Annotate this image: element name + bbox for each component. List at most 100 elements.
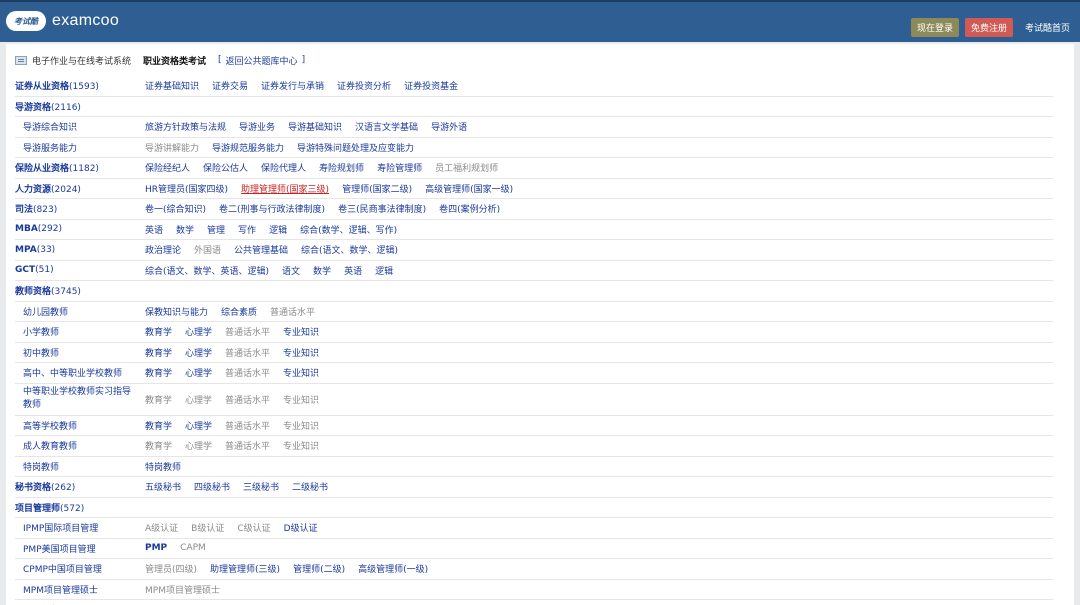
- subcategory-label[interactable]: MPM项目管理硕士: [15, 583, 145, 596]
- exam-subject-link[interactable]: 心理学: [185, 325, 212, 338]
- exam-subject-link[interactable]: C级认证: [237, 521, 270, 534]
- exam-subject-link[interactable]: D级认证: [284, 521, 318, 534]
- subcategory-label[interactable]: 中等职业学校教师实习指导教师: [15, 386, 145, 412]
- exam-subject-link[interactable]: 专业知识: [283, 325, 319, 338]
- exam-subject-link[interactable]: MPM项目管理硕士: [145, 583, 220, 596]
- exam-subject-link[interactable]: 综合素质: [221, 305, 257, 318]
- category-label[interactable]: MPA(33): [15, 245, 145, 255]
- subcategory-label[interactable]: 特岗教师: [15, 460, 145, 473]
- exam-subject-link[interactable]: 普通话水平: [225, 325, 270, 338]
- exam-subject-link[interactable]: 高级管理师(国家一级): [425, 182, 513, 195]
- exam-subject-link[interactable]: 心理学: [185, 393, 212, 406]
- exam-subject-link[interactable]: PMP: [145, 543, 167, 553]
- exam-subject-link[interactable]: 普通话水平: [270, 305, 315, 318]
- subcategory-label[interactable]: 小学教师: [15, 325, 145, 338]
- exam-subject-link[interactable]: 寿险规划师: [319, 161, 364, 174]
- subcategory-label[interactable]: 导游服务能力: [15, 141, 145, 154]
- exam-subject-link[interactable]: 心理学: [185, 439, 212, 452]
- register-button[interactable]: 免费注册: [964, 18, 1013, 37]
- subcategory-label[interactable]: PMP美国项目管理: [15, 542, 145, 555]
- exam-subject-link[interactable]: 卷一(综合知识): [145, 202, 206, 215]
- exam-subject-link[interactable]: B级认证: [191, 521, 224, 534]
- exam-subject-link[interactable]: 逻辑: [375, 264, 393, 277]
- exam-subject-link[interactable]: 证券投资分析: [337, 79, 391, 92]
- exam-subject-link[interactable]: 外国语: [194, 243, 221, 256]
- exam-subject-link[interactable]: 语文: [282, 264, 300, 277]
- exam-subject-link[interactable]: A级认证: [145, 521, 178, 534]
- category-label[interactable]: 证券从业资格(1593): [15, 79, 145, 92]
- site-logo[interactable]: 考试酷 examcoo: [6, 11, 119, 31]
- exam-subject-link[interactable]: 教育学: [145, 419, 172, 432]
- exam-subject-link[interactable]: 导游基础知识: [288, 120, 342, 133]
- exam-subject-link[interactable]: 普通话水平: [225, 419, 270, 432]
- category-label[interactable]: 人力资源(2024): [15, 182, 145, 195]
- exam-subject-link[interactable]: 保险代理人: [261, 161, 306, 174]
- exam-subject-link[interactable]: 二级秘书: [292, 480, 328, 493]
- subcategory-label[interactable]: 高中、中等职业学校教师: [15, 366, 145, 379]
- exam-subject-link[interactable]: 特岗教师: [145, 460, 181, 473]
- login-button[interactable]: 现在登录: [910, 18, 959, 37]
- subcategory-label[interactable]: IPMP国际项目管理: [15, 521, 145, 534]
- exam-subject-link[interactable]: 导游讲解能力: [145, 141, 199, 154]
- exam-subject-link[interactable]: 汉语言文学基础: [355, 120, 418, 133]
- exam-subject-link[interactable]: 导游业务: [239, 120, 275, 133]
- exam-subject-link[interactable]: 普通话水平: [225, 393, 270, 406]
- exam-subject-link[interactable]: 心理学: [185, 346, 212, 359]
- category-label[interactable]: 导游资格(2116): [15, 100, 145, 113]
- exam-subject-link[interactable]: 管理师(国家二级): [342, 182, 412, 195]
- exam-subject-link[interactable]: 教育学: [145, 393, 172, 406]
- category-label[interactable]: 秘书资格(262): [15, 480, 145, 493]
- subcategory-label[interactable]: 高等学校教师: [15, 419, 145, 432]
- subcategory-label[interactable]: 成人教育教师: [15, 439, 145, 452]
- exam-subject-link[interactable]: 证券交易: [212, 79, 248, 92]
- category-label[interactable]: 项目管理师(572): [15, 501, 145, 514]
- exam-subject-link[interactable]: 专业知识: [283, 366, 319, 379]
- exam-subject-link[interactable]: HR管理员(国家四级): [145, 182, 228, 195]
- exam-subject-link[interactable]: 逻辑: [269, 223, 287, 236]
- subcategory-label[interactable]: 导游综合知识: [15, 120, 145, 133]
- category-label[interactable]: 教师资格(3745): [15, 284, 145, 297]
- exam-subject-link[interactable]: 专业知识: [283, 393, 319, 406]
- exam-subject-link[interactable]: 助理管理师(国家三级): [241, 182, 329, 195]
- exam-subject-link[interactable]: 数学: [313, 264, 331, 277]
- subcategory-label[interactable]: 初中教师: [15, 346, 145, 359]
- subcategory-label[interactable]: 幼儿园教师: [15, 305, 145, 318]
- exam-subject-link[interactable]: 管理员(四级): [145, 562, 197, 575]
- exam-subject-link[interactable]: 保险公估人: [203, 161, 248, 174]
- exam-subject-link[interactable]: 三级秘书: [243, 480, 279, 493]
- exam-subject-link[interactable]: 证券发行与承销: [261, 79, 324, 92]
- exam-subject-link[interactable]: 综合(语文、数学、英语、逻辑): [145, 264, 269, 277]
- category-label[interactable]: 保险从业资格(1182): [15, 161, 145, 174]
- exam-subject-link[interactable]: 专业知识: [283, 346, 319, 359]
- exam-subject-link[interactable]: 导游特殊问题处理及应变能力: [297, 141, 414, 154]
- exam-subject-link[interactable]: 英语: [344, 264, 362, 277]
- exam-subject-link[interactable]: 专业知识: [283, 419, 319, 432]
- exam-subject-link[interactable]: 四级秘书: [194, 480, 230, 493]
- exam-subject-link[interactable]: 专业知识: [283, 439, 319, 452]
- exam-subject-link[interactable]: 员工福利规划师: [435, 161, 498, 174]
- exam-subject-link[interactable]: 综合(语文、数学、逻辑): [301, 243, 398, 256]
- exam-subject-link[interactable]: 五级秘书: [145, 480, 181, 493]
- category-label[interactable]: GCT(51): [15, 265, 145, 275]
- exam-subject-link[interactable]: 心理学: [185, 366, 212, 379]
- exam-subject-link[interactable]: 助理管理师(三级): [210, 562, 280, 575]
- exam-subject-link[interactable]: 公共管理基础: [234, 243, 288, 256]
- exam-subject-link[interactable]: 心理学: [185, 419, 212, 432]
- exam-subject-link[interactable]: 教育学: [145, 366, 172, 379]
- exam-subject-link[interactable]: 数学: [176, 223, 194, 236]
- exam-subject-link[interactable]: 保教知识与能力: [145, 305, 208, 318]
- breadcrumb-site[interactable]: 电子作业与在线考试系统: [32, 54, 131, 67]
- exam-subject-link[interactable]: 教育学: [145, 325, 172, 338]
- exam-subject-link[interactable]: 管理师(二级): [293, 562, 345, 575]
- home-link[interactable]: 考试酷首页: [1025, 21, 1070, 34]
- exam-subject-link[interactable]: 教育学: [145, 346, 172, 359]
- exam-subject-link[interactable]: 导游外语: [431, 120, 467, 133]
- exam-subject-link[interactable]: 写作: [238, 223, 256, 236]
- exam-subject-link[interactable]: 普通话水平: [225, 439, 270, 452]
- exam-subject-link[interactable]: 卷二(刑事与行政法律制度): [219, 202, 325, 215]
- category-label[interactable]: 司法(823): [15, 202, 145, 215]
- exam-subject-link[interactable]: 寿险管理师: [377, 161, 422, 174]
- exam-subject-link[interactable]: 旅游方针政策与法规: [145, 120, 226, 133]
- exam-subject-link[interactable]: 综合(数学、逻辑、写作): [300, 223, 397, 236]
- exam-subject-link[interactable]: 英语: [145, 223, 163, 236]
